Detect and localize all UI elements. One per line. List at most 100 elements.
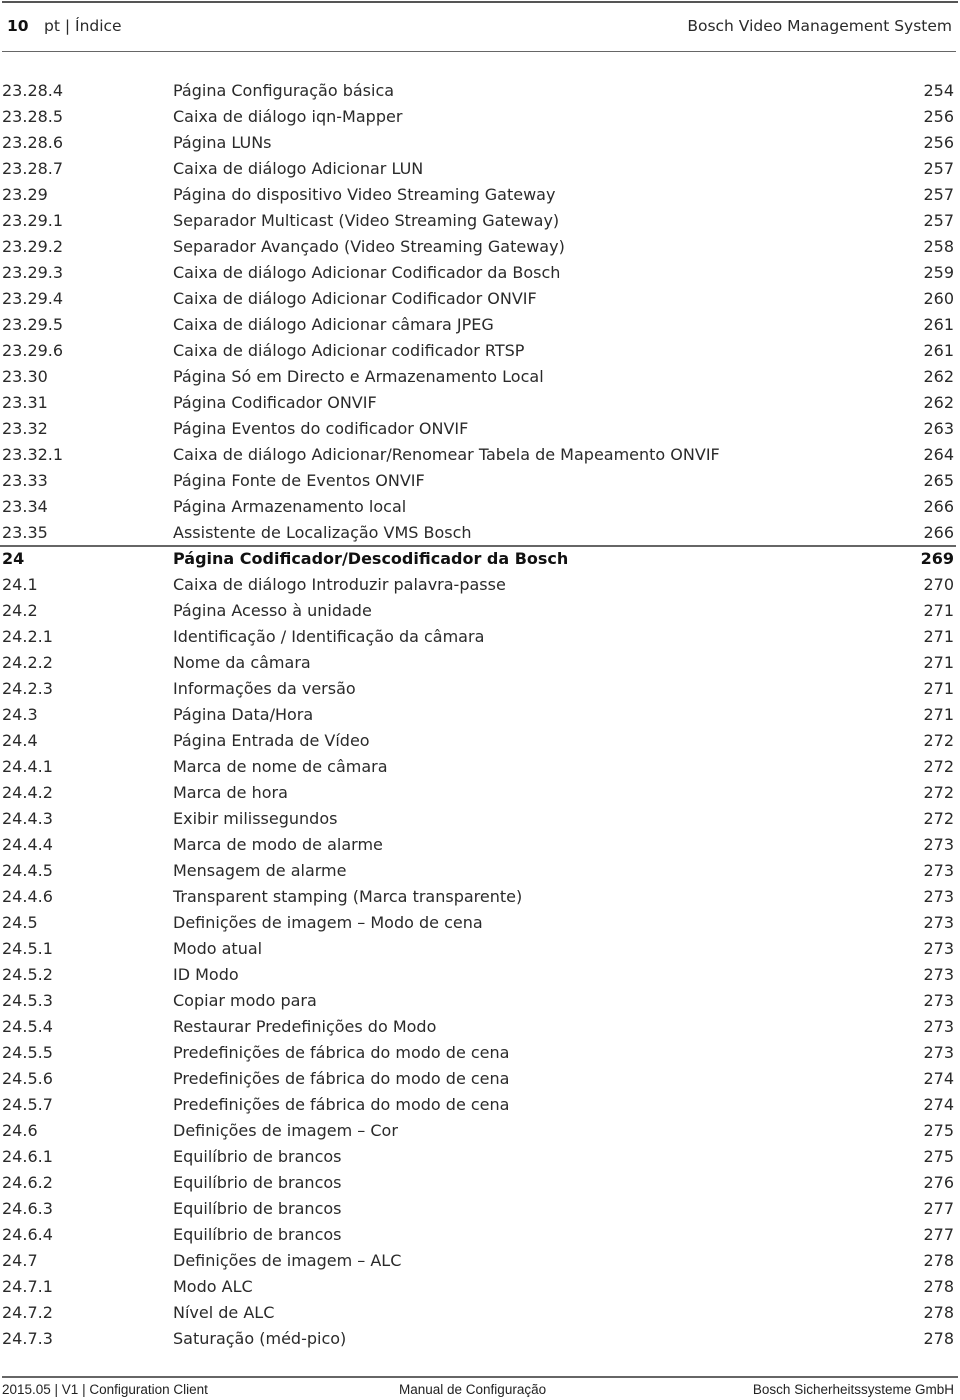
toc-entry[interactable]: 24.6.1 Equilíbrio de brancos 275 [0,1144,960,1170]
toc-entry-title[interactable]: Página Só em Directo e Armazenamento Loc… [173,364,544,390]
toc-entry-title[interactable]: Mensagem de alarme [173,858,346,884]
toc-entry-title[interactable]: Equilíbrio de brancos [173,1196,341,1222]
toc-entry-page[interactable]: 270 [923,572,954,598]
toc-entry-title[interactable]: Definições de imagem – ALC [173,1248,401,1274]
toc-entry-page[interactable]: 277 [923,1196,954,1222]
toc-entry[interactable]: 23.33 Página Fonte de Eventos ONVIF 265 [0,468,960,494]
toc-entry-title[interactable]: Equilíbrio de brancos [173,1222,341,1248]
toc-entry[interactable]: 24.2.1 Identificação / Identificação da … [0,624,960,650]
toc-entry-title[interactable]: Página Eventos do codificador ONVIF [173,416,468,442]
toc-entry-page[interactable]: 257 [923,208,954,234]
toc-entry[interactable]: 24.4 Página Entrada de Vídeo 272 [0,728,960,754]
toc-entry-title[interactable]: Equilíbrio de brancos [173,1170,341,1196]
toc-entry-title[interactable]: Página Acesso à unidade [173,598,372,624]
toc-entry[interactable]: 23.28.7 Caixa de diálogo Adicionar LUN 2… [0,156,960,182]
toc-entry-title[interactable]: Restaurar Predefinições do Modo [173,1014,436,1040]
toc-entry-title[interactable]: Página Codificador ONVIF [173,390,377,416]
toc-entry[interactable]: 23.29.2 Separador Avançado (Video Stream… [0,234,960,260]
toc-entry-page[interactable]: 257 [923,156,954,182]
toc-entry-page[interactable]: 275 [923,1144,954,1170]
toc-entry[interactable]: 24.7.1 Modo ALC 278 [0,1274,960,1300]
toc-entry[interactable]: 23.29.3 Caixa de diálogo Adicionar Codif… [0,260,960,286]
toc-entry[interactable]: 23.34 Página Armazenamento local 266 [0,494,960,520]
toc-entry[interactable]: 24.4.2 Marca de hora 272 [0,780,960,806]
toc-entry-page[interactable]: 261 [923,338,954,364]
toc-entry-page[interactable]: 276 [923,1170,954,1196]
toc-entry-title[interactable]: Página do dispositivo Video Streaming Ga… [173,182,555,208]
toc-entry-page[interactable]: 273 [923,910,954,936]
toc-entry-page[interactable]: 262 [923,364,954,390]
toc-entry-page[interactable]: 273 [923,884,954,910]
toc-entry-title[interactable]: Caixa de diálogo Adicionar LUN [173,156,423,182]
toc-entry[interactable]: 24.5.2 ID Modo 273 [0,962,960,988]
toc-entry-title[interactable]: Predefinições de fábrica do modo de cena [173,1092,509,1118]
toc-entry-title[interactable]: Caixa de diálogo Adicionar câmara JPEG [173,312,494,338]
toc-entry-page[interactable]: 273 [923,1040,954,1066]
toc-entry[interactable]: 24.6.2 Equilíbrio de brancos 276 [0,1170,960,1196]
toc-entry-title[interactable]: Modo atual [173,936,262,962]
toc-entry[interactable]: 23.29.5 Caixa de diálogo Adicionar câmar… [0,312,960,338]
toc-entry[interactable]: 23.29.6 Caixa de diálogo Adicionar codif… [0,338,960,364]
toc-entry[interactable]: 24.5.1 Modo atual 273 [0,936,960,962]
toc-entry-title[interactable]: Predefinições de fábrica do modo de cena [173,1040,509,1066]
toc-entry-page[interactable]: 271 [923,650,954,676]
toc-entry-title[interactable]: Definições de imagem – Modo de cena [173,910,483,936]
toc-entry[interactable]: 24.5.7 Predefinições de fábrica do modo … [0,1092,960,1118]
toc-entry[interactable]: 24.6 Definições de imagem – Cor 275 [0,1118,960,1144]
toc-entry-title[interactable]: Página Codificador/Descodificador da Bos… [173,546,568,572]
toc-entry[interactable]: 23.28.6 Página LUNs 256 [0,130,960,156]
toc-entry[interactable]: 23.30 Página Só em Directo e Armazenamen… [0,364,960,390]
toc-entry-title[interactable]: ID Modo [173,962,239,988]
toc-entry[interactable]: 24.4.5 Mensagem de alarme 273 [0,858,960,884]
toc-entry-title[interactable]: Página Entrada de Vídeo [173,728,370,754]
toc-entry[interactable]: 24.5.5 Predefinições de fábrica do modo … [0,1040,960,1066]
toc-entry-title[interactable]: Caixa de diálogo Adicionar Codificador d… [173,260,560,286]
toc-entry-title[interactable]: Página Armazenamento local [173,494,406,520]
toc-entry-page[interactable]: 277 [923,1222,954,1248]
toc-entry[interactable]: 24.2.3 Informações da versão 271 [0,676,960,702]
toc-entry-page[interactable]: 272 [923,806,954,832]
toc-entry-title[interactable]: Página Configuração básica [173,78,394,104]
toc-entry[interactable]: 23.31 Página Codificador ONVIF 262 [0,390,960,416]
toc-entry-title[interactable]: Exibir milissegundos [173,806,337,832]
toc-entry-page[interactable]: 273 [923,858,954,884]
toc-entry-page[interactable]: 263 [923,416,954,442]
toc-entry-page[interactable]: 256 [923,104,954,130]
toc-entry-page[interactable]: 274 [923,1092,954,1118]
toc-entry[interactable]: 24.5.4 Restaurar Predefinições do Modo 2… [0,1014,960,1040]
toc-entry[interactable]: 24.7.3 Saturação (méd-pico) 278 [0,1326,960,1352]
toc-entry-title[interactable]: Definições de imagem – Cor [173,1118,398,1144]
toc-entry-page[interactable]: 272 [923,780,954,806]
toc-entry[interactable]: 23.29 Página do dispositivo Video Stream… [0,182,960,208]
toc-entry-page[interactable]: 271 [923,624,954,650]
toc-entry[interactable]: 24.4.6 Transparent stamping (Marca trans… [0,884,960,910]
toc-entry[interactable]: 23.32.1 Caixa de diálogo Adicionar/Renom… [0,442,960,468]
toc-entry-title[interactable]: Informações da versão [173,676,356,702]
toc-entry-page[interactable]: 269 [921,546,954,572]
toc-entry-title[interactable]: Página Fonte de Eventos ONVIF [173,468,425,494]
toc-entry[interactable]: 24.2.2 Nome da câmara 271 [0,650,960,676]
toc-entry-title[interactable]: Saturação (méd-pico) [173,1326,346,1352]
toc-entry[interactable]: 24.5.3 Copiar modo para 273 [0,988,960,1014]
toc-entry-page[interactable]: 262 [923,390,954,416]
toc-entry-title[interactable]: Caixa de diálogo iqn-Mapper [173,104,402,130]
toc-entry[interactable]: 23.29.4 Caixa de diálogo Adicionar Codif… [0,286,960,312]
toc-entry-title[interactable]: Separador Multicast (Video Streaming Gat… [173,208,559,234]
toc-entry-page[interactable]: 272 [923,728,954,754]
toc-entry-page[interactable]: 261 [923,312,954,338]
toc-entry[interactable]: 24.4.3 Exibir milissegundos 272 [0,806,960,832]
toc-entry-page[interactable]: 260 [923,286,954,312]
toc-entry-title[interactable]: Página LUNs [173,130,272,156]
toc-entry[interactable]: 24.7 Definições de imagem – ALC 278 [0,1248,960,1274]
toc-entry-title[interactable]: Transparent stamping (Marca transparente… [173,884,522,910]
toc-entry-title[interactable]: Identificação / Identificação da câmara [173,624,484,650]
toc-entry-title[interactable]: Marca de modo de alarme [173,832,383,858]
toc-entry[interactable]: 24.4.4 Marca de modo de alarme 273 [0,832,960,858]
toc-entry[interactable]: 24.7.2 Nível de ALC 278 [0,1300,960,1326]
toc-entry-title[interactable]: Equilíbrio de brancos [173,1144,341,1170]
toc-entry-page[interactable]: 264 [923,442,954,468]
toc-entry-page[interactable]: 271 [923,702,954,728]
toc-entry[interactable]: 24.5.6 Predefinições de fábrica do modo … [0,1066,960,1092]
toc-entry-page[interactable]: 266 [923,520,954,546]
toc-entry[interactable]: 23.29.1 Separador Multicast (Video Strea… [0,208,960,234]
